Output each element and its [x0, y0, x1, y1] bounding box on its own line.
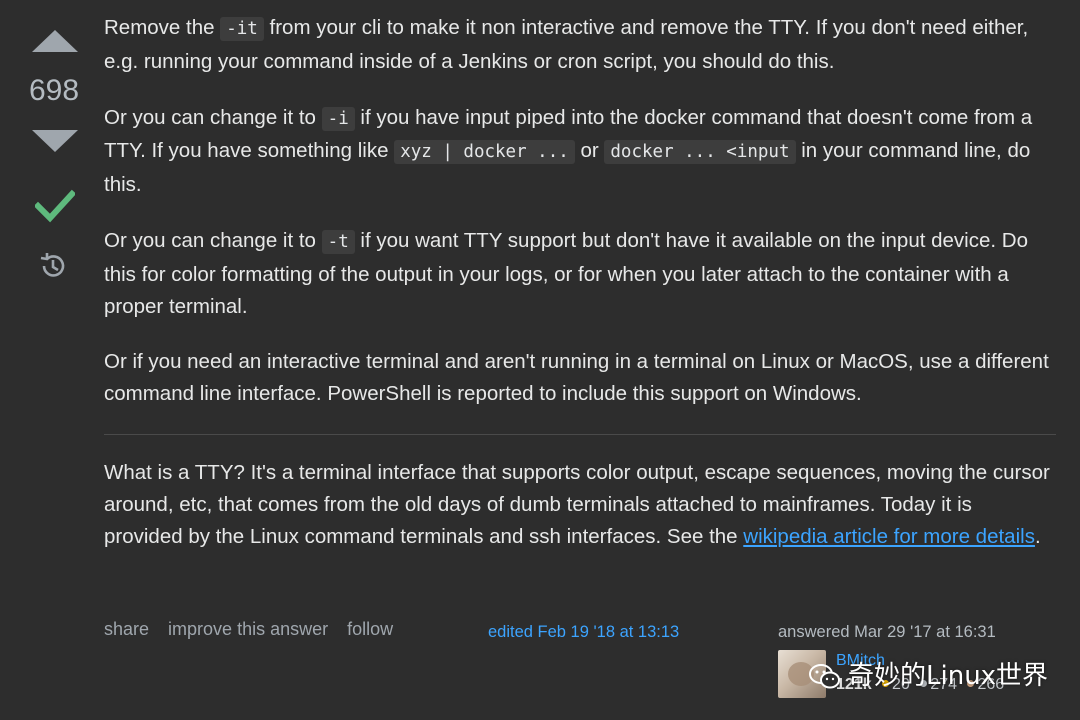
upvote-button[interactable] [32, 30, 78, 52]
text: . [1034, 524, 1041, 548]
accepted-check-icon [35, 189, 75, 223]
watermark-text: 奇妙的Linux世界 [848, 661, 1049, 691]
code-pipe-example: xyz | docker ... [394, 140, 575, 165]
paragraph-5: What is a TTY? It's a terminal interface… [104, 457, 1056, 552]
text: Or if you need an interactive terminal a… [104, 350, 1049, 406]
code-t: -t [321, 229, 355, 254]
answered-timestamp: answered Mar 29 '17 at 16:31 [778, 623, 996, 641]
paragraph-1: Remove the -it from your cli to make it … [104, 12, 1056, 78]
wechat-icon [809, 663, 840, 688]
vote-column: 698 [0, 0, 108, 720]
answer-body: Remove the -it from your cli to make it … [104, 12, 1056, 576]
history-icon[interactable] [38, 251, 68, 281]
paragraph-3: Or you can change it to -t if you want T… [104, 225, 1056, 322]
watermark: 奇妙的Linux世界 [808, 655, 1048, 692]
text: Or you can change it to [104, 105, 322, 129]
text: or [574, 139, 605, 163]
share-link[interactable]: share [104, 619, 149, 639]
divider [104, 433, 1056, 435]
vote-count: 698 [28, 74, 80, 107]
text: Remove the [104, 16, 221, 39]
downvote-button[interactable] [32, 130, 78, 152]
code-i: -i [321, 106, 355, 131]
follow-link[interactable]: follow [347, 619, 393, 639]
code-input-redirect: docker ... <input [604, 140, 796, 165]
paragraph-4: Or if you need an interactive terminal a… [104, 346, 1056, 410]
wikipedia-link[interactable]: wikipedia article for more details [743, 525, 1035, 548]
post-menu: share improve this answer follow [104, 619, 407, 640]
edited-timestamp[interactable]: edited Feb 19 '18 at 13:13 [488, 623, 679, 642]
paragraph-2: Or you can change it to -i if you have i… [104, 102, 1056, 201]
text: Or you can change it to [104, 228, 322, 252]
code-it: -it [220, 17, 264, 41]
improve-answer-link[interactable]: improve this answer [168, 619, 328, 639]
